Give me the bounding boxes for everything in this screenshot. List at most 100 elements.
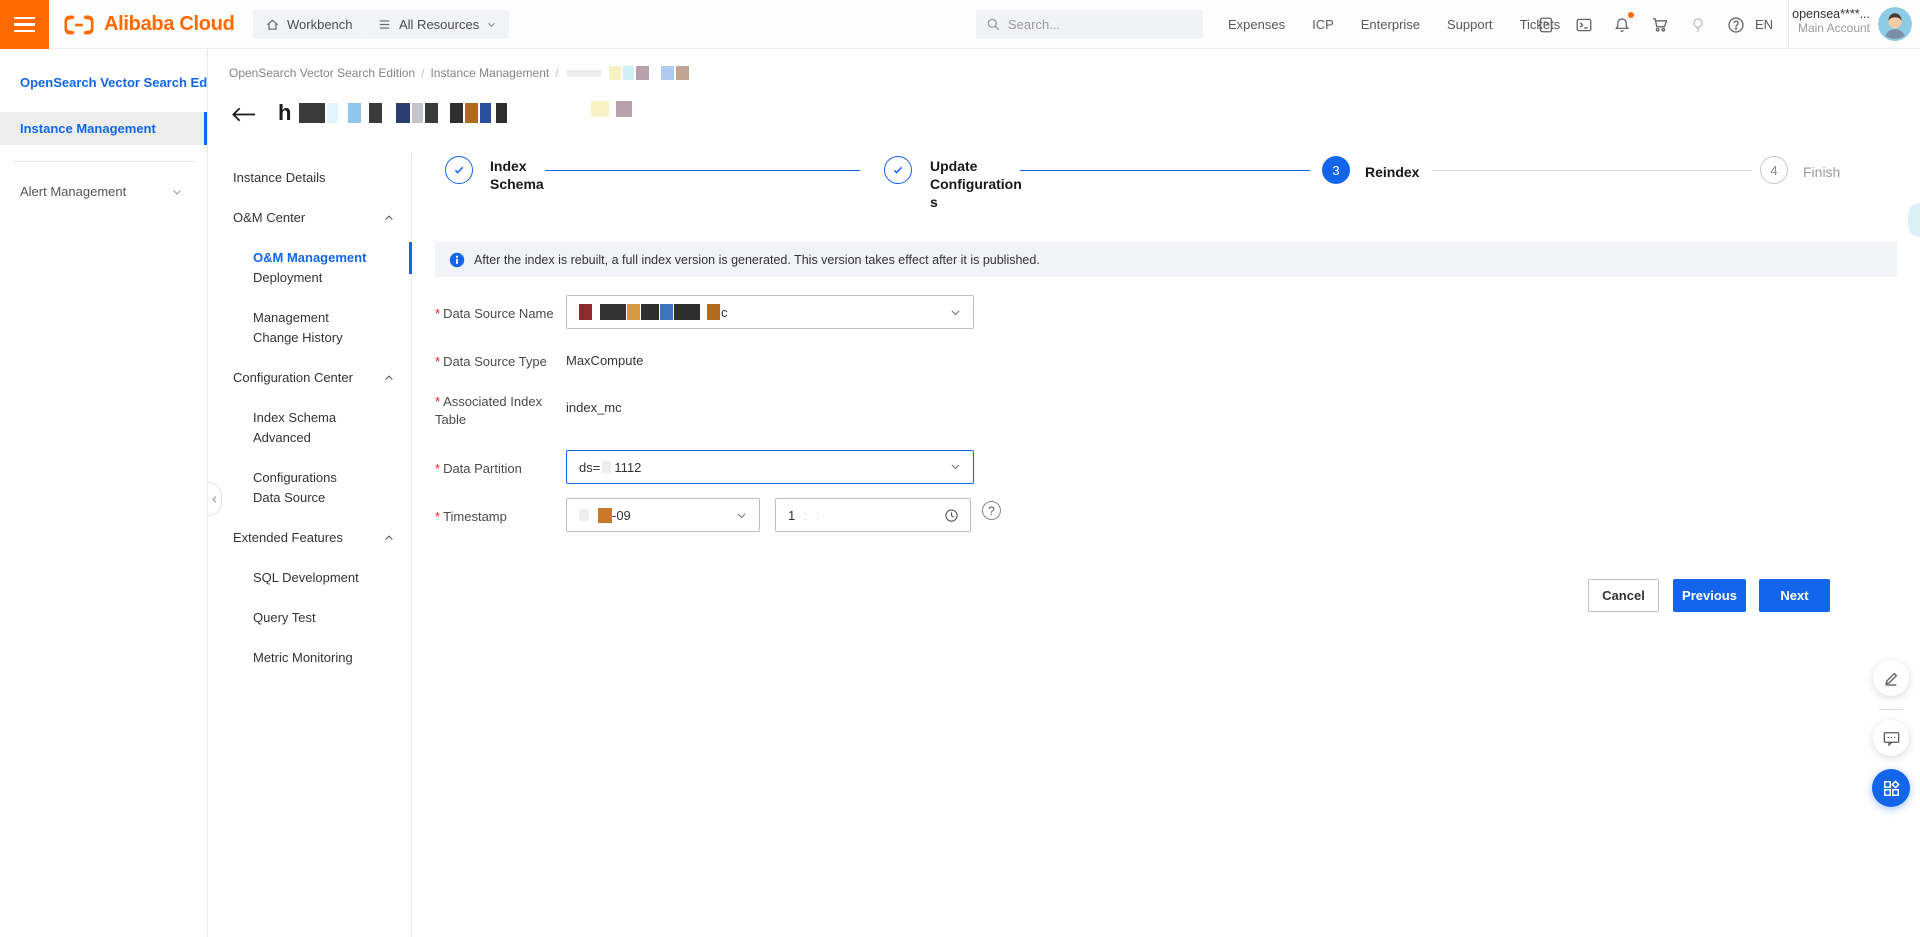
support-link[interactable]: Support	[1447, 17, 1493, 32]
all-resources-label: All Resources	[399, 17, 480, 32]
expenses-link[interactable]: Expenses	[1228, 17, 1285, 32]
timestamp-label: * Timestamp	[435, 509, 507, 524]
data-source-name-select[interactable]: c	[566, 295, 974, 329]
redacted-title-text	[299, 103, 508, 123]
submenu-item-advanced-configurations[interactable]: Advanced Configurations	[208, 430, 411, 485]
step1-check-icon	[445, 156, 473, 184]
submenu-item-query-test[interactable]: Query Test	[208, 598, 411, 638]
submenu-item-change-history[interactable]: Change History	[208, 318, 411, 358]
sidebar-item-alert-management[interactable]: Alert Management	[0, 175, 207, 208]
label: Extended Features	[233, 530, 343, 545]
icp-link[interactable]: ICP	[1312, 17, 1334, 32]
cancel-button[interactable]: Cancel	[1588, 579, 1659, 612]
back-arrow-icon[interactable]	[231, 103, 256, 123]
alert-management-label: Alert Management	[20, 184, 127, 199]
redacted-floating-blocks	[591, 101, 633, 117]
label: Query Test	[253, 610, 316, 625]
step2-label: Update Configurations	[930, 158, 1022, 210]
data-source-type-value: MaxCompute	[566, 353, 644, 368]
redacted-block	[602, 461, 612, 473]
svg-text:P: P	[1543, 20, 1548, 29]
submenu-item-metric-monitoring[interactable]: Metric Monitoring	[208, 638, 411, 678]
step1-label: Index Schema	[490, 158, 544, 192]
feedback-pencil-button[interactable]	[1873, 660, 1909, 696]
submenu-group-om-center[interactable]: O&M Center	[208, 198, 411, 238]
step3-number: 3	[1322, 156, 1350, 184]
hamburger-menu-icon[interactable]	[0, 0, 49, 49]
submenu-group-extended-features[interactable]: Extended Features	[208, 518, 411, 558]
chevron-down-icon	[949, 460, 962, 473]
label: SQL Development	[253, 570, 359, 585]
app-grid-button[interactable]	[1872, 769, 1910, 807]
redacted-select-value	[579, 304, 720, 320]
next-button[interactable]: Next	[1759, 579, 1830, 612]
timestamp-time-input[interactable]: 1 ::	[775, 498, 971, 532]
cart-icon[interactable]	[1651, 16, 1669, 34]
partition-suffix: 1112	[614, 459, 642, 475]
data-partition-select[interactable]: ds= 1112	[566, 450, 974, 484]
stack-icon	[377, 17, 392, 32]
enterprise-link[interactable]: Enterprise	[1361, 17, 1420, 32]
title-row: h	[231, 100, 633, 126]
workbench-button[interactable]: Workbench	[253, 10, 365, 39]
submenu-item-sql-development[interactable]: SQL Development	[208, 558, 411, 598]
step4-number: 4	[1760, 156, 1788, 184]
chat-button[interactable]	[1873, 720, 1909, 756]
timestamp-help-icon[interactable]: ?	[982, 501, 1001, 520]
step3-label: Reindex	[1365, 164, 1420, 180]
partition-prefix: ds=	[579, 459, 601, 475]
help-icon[interactable]	[1727, 16, 1745, 34]
language-label: EN	[1755, 17, 1774, 32]
submenu-item-data-source[interactable]: Data Source	[208, 478, 411, 518]
page-title-visible-text: h	[278, 100, 292, 125]
page-header: OpenSearch Vector Search Edition / Insta…	[209, 49, 1920, 153]
banner-text: After the index is rebuilt, a full index…	[474, 252, 1040, 267]
language-switch[interactable]: EN	[1755, 0, 1773, 49]
search-input[interactable]	[1008, 17, 1178, 32]
label: Data Source	[253, 490, 326, 505]
step2-check-icon	[884, 156, 912, 184]
logo-text: Alibaba Cloud	[104, 13, 235, 35]
step-connector	[1432, 170, 1752, 171]
step4-label: Finish	[1803, 164, 1841, 180]
breadcrumb-separator: /	[555, 66, 559, 80]
label: Instance Details	[233, 170, 326, 185]
all-resources-button[interactable]: All Resources	[365, 10, 510, 39]
label: Metric Monitoring	[253, 650, 353, 665]
label: O&M Center	[233, 210, 306, 225]
step-connector	[545, 170, 860, 171]
label: Configuration Center	[233, 370, 353, 385]
timestamp-date-select[interactable]: -09	[566, 498, 760, 532]
associated-index-table-value: index_mc	[566, 400, 622, 415]
alibaba-cloud-logo[interactable]: Alibaba Cloud	[62, 0, 235, 49]
previous-button[interactable]: Previous	[1673, 579, 1746, 612]
submenu-item-instance-details[interactable]: Instance Details	[208, 158, 411, 198]
required-marker: *	[435, 394, 441, 409]
breadcrumb-item-1[interactable]: OpenSearch Vector Search Edition	[229, 66, 415, 80]
account-info[interactable]: opensea****... Main Account	[1792, 7, 1870, 35]
cloud-shell-icon[interactable]	[1575, 16, 1593, 34]
associated-index-table-label: * Associated Index Table	[435, 394, 543, 427]
submenu-group-configuration-center[interactable]: Configuration Center	[208, 358, 411, 398]
submenu-item-deployment-management[interactable]: Deployment Management	[208, 270, 411, 325]
avatar[interactable]	[1878, 7, 1912, 41]
breadcrumb-item-2[interactable]: Instance Management	[430, 66, 549, 80]
chevron-down-icon	[486, 19, 497, 30]
sidebar-item-instance-management[interactable]: Instance Management	[0, 112, 207, 145]
topbar-icons: P	[1537, 0, 1745, 49]
redacted-breadcrumb-text	[566, 66, 689, 80]
global-search[interactable]	[976, 10, 1203, 39]
top-bar: Alibaba Cloud Workbench All Resources Ex…	[0, 0, 1920, 49]
bell-icon[interactable]	[1613, 11, 1634, 34]
page-title: h	[278, 100, 508, 126]
data-partition-label: * Data Partition	[435, 461, 522, 476]
sidebar-product-title[interactable]: OpenSearch Vector Search Edition	[0, 49, 207, 90]
mobile-app-icon[interactable]: P	[1537, 16, 1555, 34]
account-type: Main Account	[1797, 21, 1870, 35]
home-icon	[265, 17, 280, 32]
sidebar-divider	[12, 161, 195, 162]
lightbulb-icon[interactable]	[1689, 16, 1707, 34]
main-content: Index Schema Update Configurations 3 Rei…	[412, 153, 1920, 937]
chevron-up-icon	[383, 212, 395, 224]
redacted-time-colons: ::	[803, 507, 829, 523]
